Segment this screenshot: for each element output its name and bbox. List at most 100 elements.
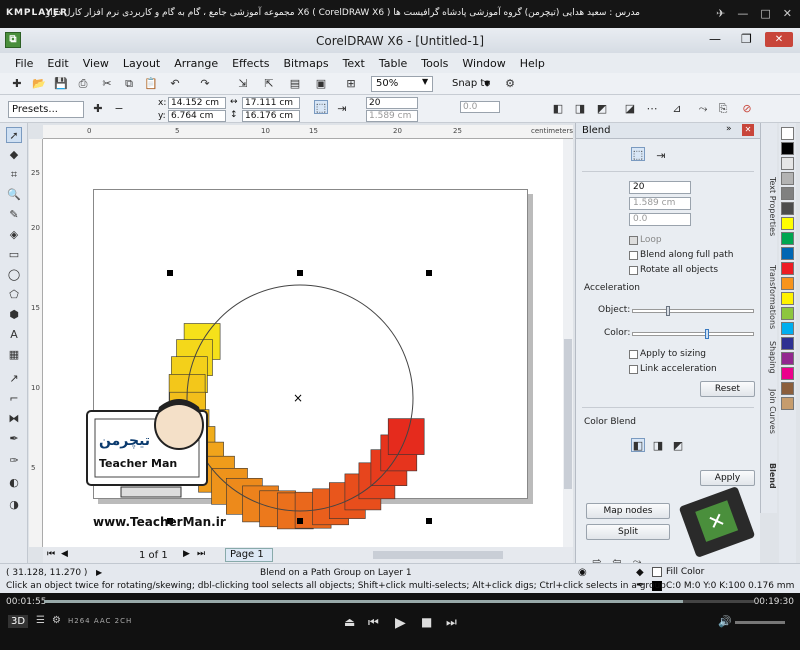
menu-edit[interactable]: Edit xyxy=(40,57,75,70)
docker-close-button[interactable]: ✕ xyxy=(742,124,754,136)
dimension-tool-icon[interactable]: ↗ xyxy=(6,371,22,387)
blend-tool-icon[interactable]: ⧓ xyxy=(6,411,22,427)
color-swatch[interactable] xyxy=(781,367,794,380)
volume-icon[interactable]: 🔊 xyxy=(718,615,732,628)
chevron-down-icon[interactable]: ▼ xyxy=(422,77,428,86)
color-swatch[interactable] xyxy=(781,337,794,350)
apply-to-sizing-checkbox[interactable] xyxy=(629,350,638,359)
application-launcher-icon[interactable]: ▣ xyxy=(314,77,328,91)
color-swatch[interactable] xyxy=(781,202,794,215)
menu-layout[interactable]: Layout xyxy=(116,57,167,70)
volume-slider[interactable] xyxy=(735,621,785,624)
x-position-field[interactable]: 14.152 cm xyxy=(168,97,226,109)
seek-bar[interactable] xyxy=(44,600,754,603)
copy-blend-icon[interactable]: ⎘ xyxy=(716,102,730,116)
height-field[interactable]: 16.176 cm xyxy=(242,110,300,122)
docker-steps-field[interactable]: 20 xyxy=(629,181,691,194)
tab-shaping[interactable]: Shaping xyxy=(763,341,777,374)
rectangle-tool-icon[interactable]: ▭ xyxy=(6,247,22,263)
object-acceleration-knob[interactable] xyxy=(666,306,670,316)
color-swatch[interactable] xyxy=(781,172,794,185)
smart-fill-tool-icon[interactable]: ◈ xyxy=(6,227,22,243)
menu-help[interactable]: Help xyxy=(513,57,552,70)
menu-effects[interactable]: Effects xyxy=(225,57,276,70)
color-swatch[interactable] xyxy=(781,232,794,245)
drawing-canvas[interactable]: × تیچرمن Teacher Man www.TeacherMan.ir xyxy=(43,139,563,547)
clockwise-color-blend-icon[interactable]: ◨ xyxy=(651,439,665,453)
pick-tool-icon[interactable]: ➚ xyxy=(6,127,22,143)
menu-tools[interactable]: Tools xyxy=(414,57,455,70)
ellipse-tool-icon[interactable]: ◯ xyxy=(6,267,22,283)
publish-pdf-icon[interactable]: ▤ xyxy=(288,77,302,91)
clockwise-blend-icon[interactable]: ◨ xyxy=(573,102,587,116)
shape-tool-icon[interactable]: ◆ xyxy=(6,147,22,163)
y-position-field[interactable]: 6.764 cm xyxy=(168,110,226,122)
previous-icon[interactable]: ⏮ xyxy=(368,615,379,630)
rotate-all-checkbox[interactable] xyxy=(629,266,638,275)
blend-spacing-field[interactable]: 1.589 cm xyxy=(366,110,418,122)
undo-icon[interactable]: ↶ xyxy=(168,77,182,91)
new-document-icon[interactable]: ✚ xyxy=(10,77,24,91)
export-icon[interactable]: ⇱ xyxy=(262,77,276,91)
selection-handle[interactable] xyxy=(426,518,432,524)
play-icon[interactable]: ▶ xyxy=(96,568,102,577)
color-swatch[interactable] xyxy=(781,187,794,200)
window-maximize-button[interactable]: ❐ xyxy=(741,32,752,46)
page-last-icon[interactable]: ⏭ xyxy=(197,549,205,559)
split-button[interactable]: Split xyxy=(586,524,670,540)
menu-window[interactable]: Window xyxy=(455,57,512,70)
eject-icon[interactable]: ⏏ xyxy=(344,615,355,629)
menu-table[interactable]: Table xyxy=(372,57,414,70)
more-blend-options-icon[interactable]: ⋯ xyxy=(645,102,659,116)
blend-steps-field[interactable]: 20 xyxy=(366,97,418,109)
link-acceleration-checkbox[interactable] xyxy=(629,365,638,374)
clear-blend-icon[interactable]: ⊘ xyxy=(740,102,754,116)
menu-view[interactable]: View xyxy=(76,57,116,70)
horizontal-ruler[interactable]: 0 5 10 15 20 25 centimeters xyxy=(43,125,573,139)
docker-angle-field[interactable]: 0.0 xyxy=(629,213,691,226)
docker-expand-icon[interactable]: » xyxy=(726,124,732,134)
table-tool-icon[interactable]: ▦ xyxy=(6,347,22,363)
paste-icon[interactable]: 📋 xyxy=(144,77,158,91)
start-end-properties-icon[interactable]: ⊿ xyxy=(670,102,684,116)
reset-button[interactable]: Reset xyxy=(700,381,755,397)
settings-icon[interactable]: ⚙ xyxy=(52,615,61,626)
tab-join-curves[interactable]: Join Curves xyxy=(763,389,777,434)
menu-arrange[interactable]: Arrange xyxy=(167,57,225,70)
cut-icon[interactable]: ✂ xyxy=(100,77,114,91)
save-icon[interactable]: 💾 xyxy=(54,77,68,91)
tab-transformations[interactable]: Transformations xyxy=(763,265,777,329)
color-acceleration-slider[interactable] xyxy=(632,332,754,336)
options-icon[interactable]: ⚙ xyxy=(503,77,517,91)
docker-spacing-mode-icon[interactable]: ⇥ xyxy=(654,149,668,163)
blend-angle-field[interactable]: 0.0 xyxy=(460,101,500,113)
vertical-scrollbar[interactable] xyxy=(563,139,573,547)
counterclockwise-color-blend-icon[interactable]: ◩ xyxy=(671,439,685,453)
object-color-acceleration-icon[interactable]: ◪ xyxy=(623,102,637,116)
connector-tool-icon[interactable]: ⌐ xyxy=(6,391,22,407)
color-swatch[interactable] xyxy=(781,277,794,290)
page-first-icon[interactable]: ⏮ xyxy=(47,549,55,559)
color-swatch[interactable] xyxy=(781,292,794,305)
maximize-icon[interactable]: □ xyxy=(760,7,770,20)
menu-text[interactable]: Text xyxy=(336,57,372,70)
window-minimize-button[interactable]: — xyxy=(709,32,721,46)
next-icon[interactable]: ⏭ xyxy=(446,615,457,630)
vertical-ruler[interactable]: 25 20 15 10 5 xyxy=(29,139,43,547)
pin-icon[interactable]: ✈ xyxy=(716,7,725,20)
open-icon[interactable]: 📂 xyxy=(32,77,46,91)
color-swatch[interactable] xyxy=(781,127,794,140)
color-swatch[interactable] xyxy=(781,157,794,170)
menu-file[interactable]: File xyxy=(8,57,40,70)
basic-shapes-tool-icon[interactable]: ⬢ xyxy=(6,307,22,323)
docker-steps-mode-icon[interactable]: ⬚ xyxy=(631,147,645,161)
welcome-screen-icon[interactable]: ⊞ xyxy=(344,77,358,91)
selection-handle[interactable] xyxy=(297,518,303,524)
window-close-button[interactable]: ✕ xyxy=(765,32,793,47)
loop-checkbox[interactable] xyxy=(629,236,638,245)
minimize-icon[interactable]: — xyxy=(737,7,748,20)
page-tab[interactable]: Page 1 xyxy=(225,548,273,562)
remove-preset-icon[interactable]: − xyxy=(112,102,126,116)
map-nodes-button[interactable]: Map nodes xyxy=(586,503,670,519)
stop-icon[interactable]: ■ xyxy=(421,615,432,629)
